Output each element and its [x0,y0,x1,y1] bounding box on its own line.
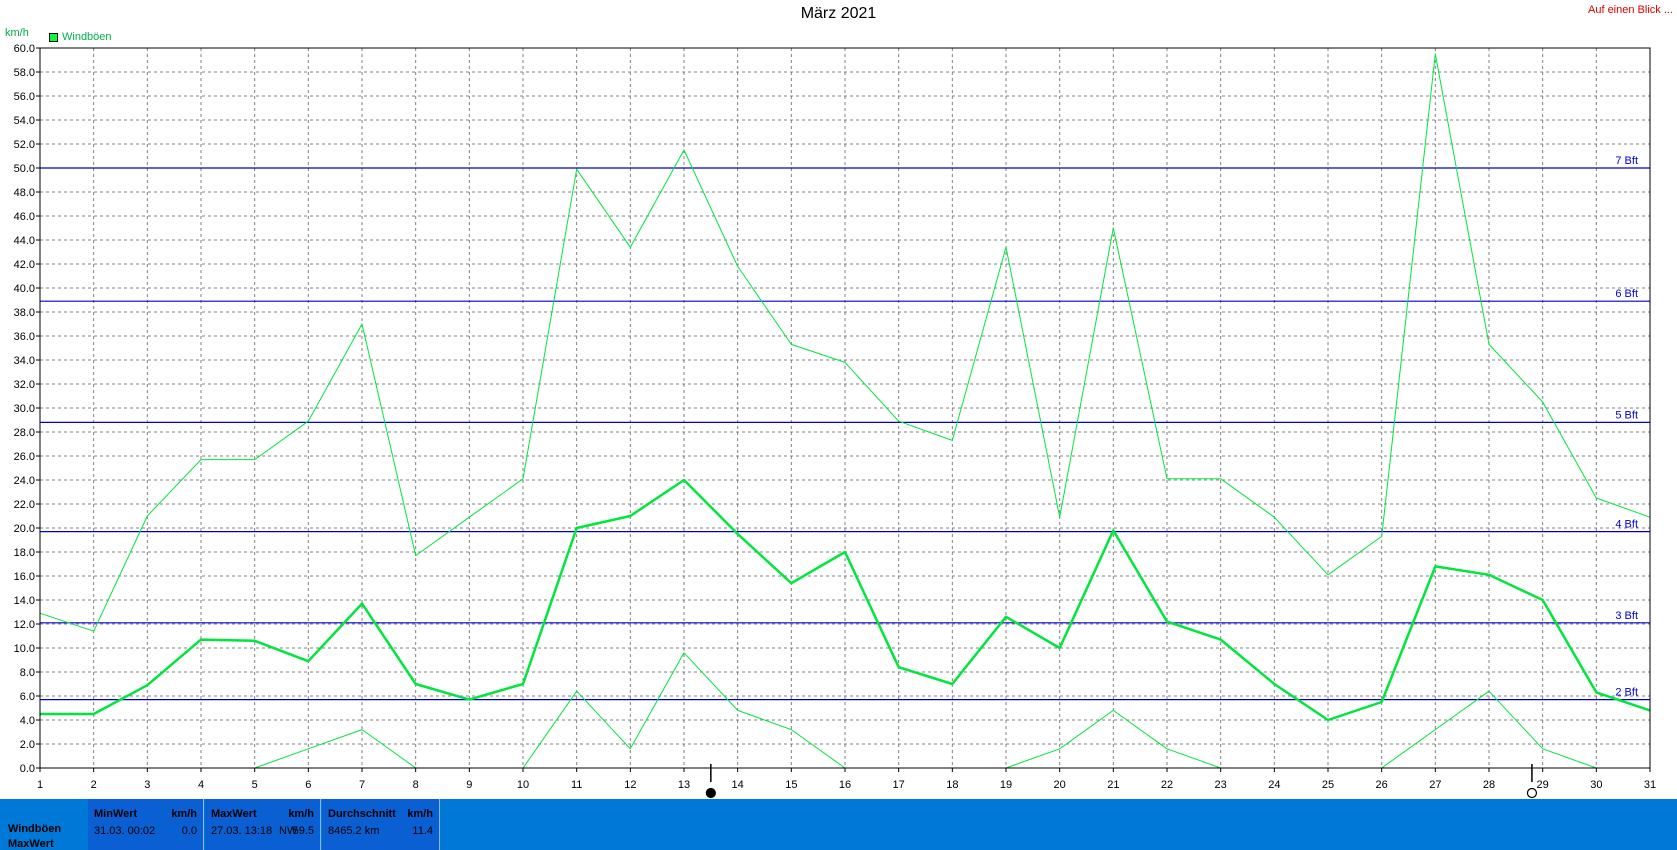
stat-min: MinWert km/h 31.03. 00:02 0.0 [88,799,204,850]
x-tick-label: 4 [198,779,204,791]
beaufort-label: 3 Bft [1615,610,1638,622]
y-tick-label: 16.0 [14,571,35,583]
x-tick-label: 21 [1107,779,1119,791]
y-tick-label: 8.0 [20,667,35,679]
legend-swatch [49,32,58,42]
beaufort-label: 5 Bft [1615,409,1638,421]
stats-row-label: Windböen [8,823,62,835]
y-tick-label: 18.0 [14,547,35,559]
chart-title: März 2021 [800,5,877,22]
y-tick-label: 56.0 [14,91,35,103]
x-tick-label: 1 [37,779,43,791]
legend-label: Windböen [62,31,112,43]
y-tick-label: 42.0 [14,259,35,271]
stat-max-unit: km/h [288,808,314,820]
x-tick-label: 25 [1322,779,1334,791]
x-tick-label: 10 [517,779,529,791]
y-tick-label: 52.0 [14,139,35,151]
y-tick-label: 44.0 [14,235,35,247]
x-tick-label: 9 [466,779,472,791]
x-tick-label: 16 [839,779,851,791]
beaufort-label: 4 Bft [1615,519,1638,531]
x-tick-label: 27 [1429,779,1441,791]
y-tick-label: 20.0 [14,523,35,535]
y-tick-label: 26.0 [14,451,35,463]
y-tick-label: 50.0 [14,163,35,175]
beaufort-label: 2 Bft [1615,687,1638,699]
x-tick-label: 23 [1215,779,1227,791]
x-tick-label: 12 [624,779,636,791]
stat-max-date: 27.03. 13:18 [211,825,273,837]
x-tick-label: 15 [785,779,797,791]
y-tick-label: 38.0 [14,307,35,319]
stat-min-unit: km/h [171,808,197,820]
stat-avg-distance: 8465.2 km [328,825,380,837]
y-tick-label: 24.0 [14,475,35,487]
y-tick-label: 22.0 [14,499,35,511]
y-tick-label: 10.0 [14,643,35,655]
moon-markers [705,764,1538,799]
x-tick-label: 5 [252,779,258,791]
y-tick-label: 2.0 [20,739,35,751]
x-tick-label: 29 [1537,779,1549,791]
x-tick-label: 17 [893,779,905,791]
stat-avg-header: Durchschnitt [328,808,396,820]
stats-row-label-2: MaxWert [8,838,54,850]
wind-gust-chart: 2 Bft 3 Bft 4 Bft 5 Bft 6 Bft 7 Bft 0.0 2.0 4.0… [14,43,1656,799]
beaufort-label: 6 Bft [1615,288,1638,300]
stats-bar: Windböen MaxWert MinWert km/h 31.03. 00:… [0,799,1677,850]
stat-min-header: MinWert [94,808,138,820]
grid-layer [39,47,1651,769]
stat-max: MaxWert km/h 27.03. 13:18 NW 59.5 [205,799,321,850]
y-tick-label: 46.0 [14,211,35,223]
y-tick-label: 28.0 [14,427,35,439]
legend: Windböen [49,31,112,43]
stat-avg-unit: km/h [407,808,433,820]
x-tick-label: 3 [144,779,150,791]
x-tick-label: 14 [732,779,744,791]
x-tick-label: 6 [305,779,311,791]
y-tick-label: 54.0 [14,115,35,127]
y-tick-label: 60.0 [14,43,35,55]
overview-link[interactable]: Auf einen Blick ... [1588,4,1673,16]
x-tick-label: 18 [946,779,958,791]
y-tick-label: 36.0 [14,331,35,343]
y-tick-label: 58.0 [14,67,35,79]
x-tick-label: 30 [1590,779,1602,791]
stat-min-value: 0.0 [181,825,197,837]
x-tick-label: 20 [1054,779,1066,791]
x-tick-label: 28 [1483,779,1495,791]
y-tick-label: 4.0 [20,715,35,727]
stat-max-header: MaxWert [211,808,257,820]
x-tick-label: 13 [678,779,690,791]
x-tick-label: 2 [91,779,97,791]
new-moon-icon [705,787,716,799]
y-tick-label: 48.0 [14,187,35,199]
y-tick-label: 40.0 [14,283,35,295]
x-tick-label: 22 [1161,779,1173,791]
y-tick-label: 34.0 [14,355,35,367]
full-moon-icon [1526,787,1538,799]
y-tick-label: 12.0 [14,619,35,631]
stat-min-date: 31.03. 00:02 [94,825,156,837]
y-tick-label: 30.0 [14,403,35,415]
y-tick-label: 6.0 [20,691,35,703]
y-axis-unit: km/h [5,27,29,39]
y-tick-label: 14.0 [14,595,35,607]
x-tick-label: 24 [1268,779,1280,791]
stat-max-value: 59.5 [292,825,314,837]
x-tick-label: 7 [359,779,365,791]
stat-average: Durchschnitt km/h 8465.2 km 11.4 [322,799,440,850]
y-tick-label: 0.0 [20,763,35,775]
y-tick-label: 32.0 [14,379,35,391]
x-tick-label: 31 [1644,779,1656,791]
x-tick-label: 11 [571,779,582,791]
beaufort-label: 7 Bft [1615,155,1638,167]
x-tick-label: 26 [1376,779,1388,791]
x-tick-label: 8 [413,779,419,791]
x-tick-label: 19 [1000,779,1012,791]
stat-avg-value: 11.4 [412,825,433,837]
